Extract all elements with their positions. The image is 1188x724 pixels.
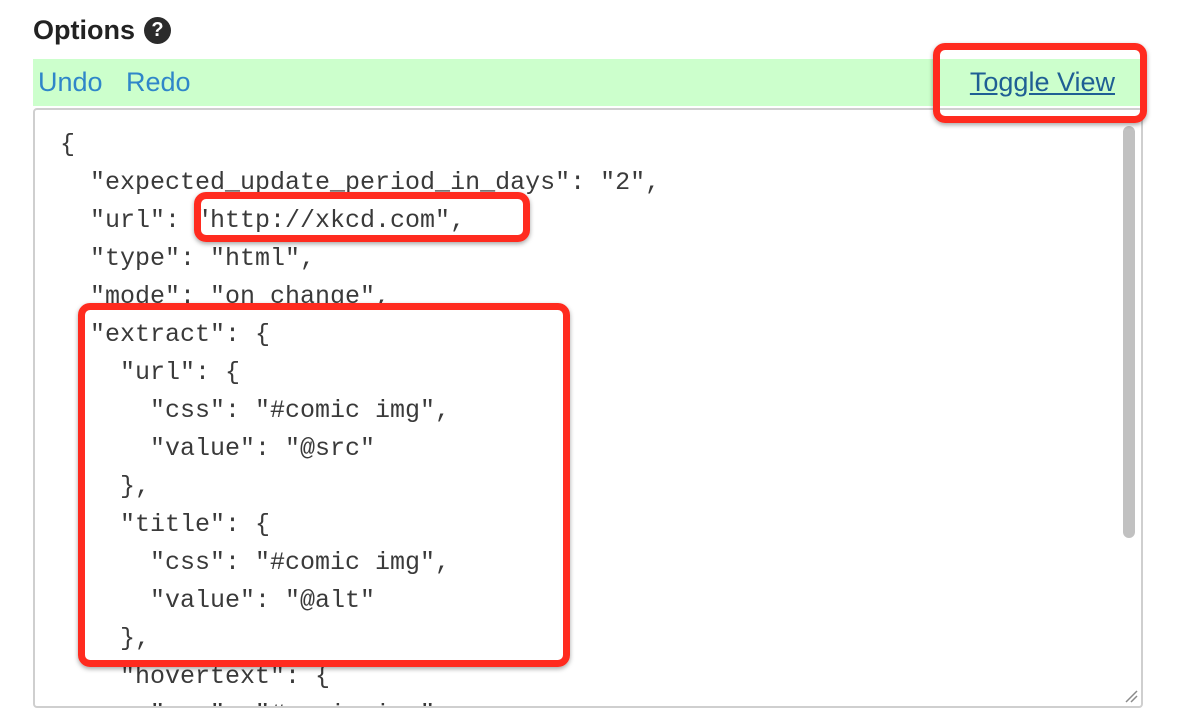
vertical-scrollbar[interactable]: [1119, 118, 1137, 678]
code-line: "extract": {: [60, 320, 271, 349]
code-line: "css": "#comic img",: [60, 548, 451, 577]
code-line: "value": "@alt": [60, 586, 376, 615]
editor-toolbar: Undo Redo Toggle View: [33, 59, 1143, 106]
toggle-view-link[interactable]: Toggle View: [970, 59, 1115, 106]
options-panel: Options ? Undo Redo Toggle View { "expec…: [0, 0, 1188, 724]
help-icon[interactable]: ?: [144, 16, 171, 44]
resize-grip-icon[interactable]: [1124, 689, 1138, 703]
code-line: "value": "@src": [60, 434, 376, 463]
code-line: },: [60, 472, 151, 501]
redo-button[interactable]: Redo: [126, 59, 191, 106]
code-line: "hovertext": {: [60, 662, 331, 691]
code-line: {: [60, 130, 76, 159]
json-code[interactable]: { "expected_update_period_in_days": "2",…: [60, 126, 661, 706]
code-line: "css": "#comic img",: [60, 696, 660, 706]
scrollbar-thumb[interactable]: [1123, 126, 1135, 538]
code-line: "expected_update_period_in_days": "2",: [60, 168, 661, 197]
code-line: "url": "http://xkcd.com",: [60, 206, 466, 235]
json-editor[interactable]: { "expected_update_period_in_days": "2",…: [33, 108, 1143, 708]
code-line: "type": "html",: [60, 244, 316, 273]
code-line: "mode": "on_change",: [60, 282, 391, 311]
code-line: "url": {: [60, 358, 241, 387]
code-line: "title": {: [60, 510, 271, 539]
options-heading: Options ?: [33, 12, 171, 48]
code-line: },: [60, 624, 151, 653]
options-title: Options: [33, 14, 135, 45]
code-line: "css": "#comic img",: [60, 396, 451, 425]
undo-button[interactable]: Undo: [38, 59, 103, 106]
